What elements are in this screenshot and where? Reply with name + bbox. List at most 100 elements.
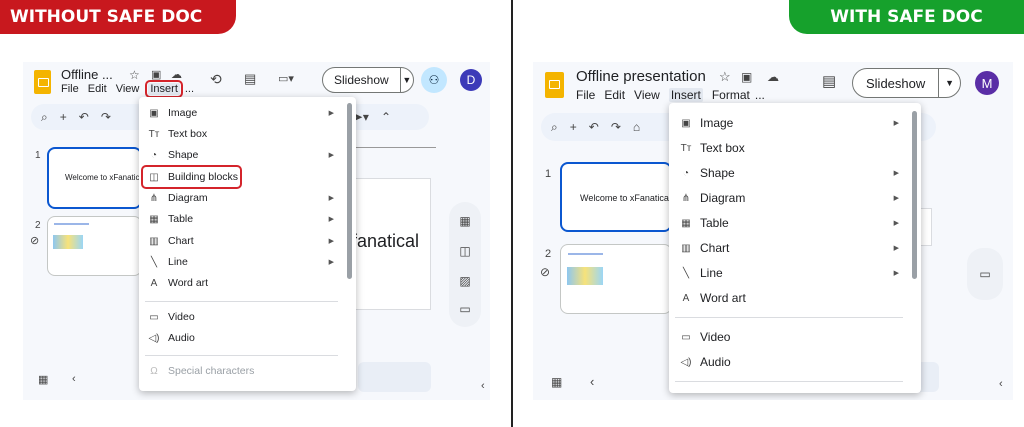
avatar[interactable]: M: [975, 71, 999, 95]
menu-item-shape[interactable]: ◔ Shape ▶: [139, 145, 342, 165]
slide-thumbnail-1[interactable]: Welcome to xFanatical: [47, 147, 142, 209]
menu-edit[interactable]: Edit: [88, 83, 107, 95]
menu-item-table[interactable]: ▦ Table ▶: [669, 211, 907, 235]
menu-item-label: Text box: [700, 141, 745, 155]
link-icon: ⊘: [540, 265, 551, 279]
menu-item-diagram[interactable]: ⋔ Diagram ▶: [669, 186, 907, 210]
menu-item-video[interactable]: ▭ Video: [669, 325, 907, 349]
menu-item-building-blocks[interactable]: ◫ Building blocks: [141, 165, 242, 189]
menu-item-chart[interactable]: ▥ Chart ▶: [669, 236, 907, 260]
slide-thumbnail-2[interactable]: [47, 216, 142, 276]
undo-icon[interactable]: ↶: [589, 120, 599, 134]
menu-file[interactable]: File: [61, 83, 79, 95]
menu-item-diagram[interactable]: ⋔ Diagram ▶: [139, 188, 342, 208]
diagram-icon: ⋔: [681, 192, 691, 204]
slide-canvas[interactable]: fanatical: [352, 178, 431, 310]
video-icon: ▭: [149, 311, 159, 323]
menu-item-table[interactable]: ▦ Table ▶: [139, 209, 342, 229]
doc-title[interactable]: Offline presentation: [576, 68, 706, 85]
menu-item-video[interactable]: ▭ Video: [139, 307, 342, 327]
menu-item-label: Image: [168, 107, 198, 119]
menu-insert[interactable]: Insert: [145, 80, 183, 98]
move-folder-icon[interactable]: ▣: [151, 68, 161, 82]
meet-icon[interactable]: ▭▾: [278, 72, 294, 86]
cloud-status-icon[interactable]: ☁: [171, 68, 182, 82]
slide-thumbnail-1[interactable]: Welcome to xFanatical: [560, 162, 672, 232]
menu-insert[interactable]: Insert: [668, 88, 703, 102]
chevron-left-icon[interactable]: ‹: [590, 374, 594, 389]
redo-icon[interactable]: ↷: [101, 110, 111, 124]
menu-scrollbar[interactable]: [347, 103, 352, 279]
menu-item-label: Diagram: [700, 191, 746, 205]
menu-item-image[interactable]: ▣ Image ▶: [669, 111, 907, 135]
menu-item-line[interactable]: ╲ Line ▶: [669, 261, 907, 285]
chevron-left-icon[interactable]: ‹: [72, 373, 76, 385]
slideshow-button[interactable]: Slideshow ▼: [322, 67, 414, 93]
slide-thumbnail-2[interactable]: [560, 244, 672, 314]
menu-item-word-art[interactable]: A Word art: [139, 273, 342, 293]
menu-scrollbar[interactable]: [912, 111, 917, 279]
menu-item-label: Table: [700, 216, 729, 230]
folder-icon[interactable]: ▭: [455, 302, 475, 316]
search-icon[interactable]: ⌕: [551, 120, 558, 135]
menu-item-audio[interactable]: ◁) Audio: [139, 328, 342, 348]
menu-item-special-characters[interactable]: Ω Special characters: [139, 361, 342, 381]
history-icon[interactable]: ⟲: [210, 72, 222, 86]
menu-item-chart[interactable]: ▥ Chart ▶: [139, 231, 342, 251]
menu-item-label: Audio: [168, 332, 195, 344]
building-blocks-side-icon[interactable]: ◫: [455, 244, 475, 258]
submenu-arrow-icon: ▶: [328, 110, 334, 117]
menu-edit[interactable]: Edit: [604, 88, 625, 102]
paint-format-icon[interactable]: ⌂: [633, 120, 640, 134]
search-icon[interactable]: ⌕: [41, 110, 48, 125]
menu-item-text-box[interactable]: Tт Text box: [669, 136, 907, 160]
keyboard-icon[interactable]: ▦: [455, 214, 475, 228]
cloud-status-icon[interactable]: ☁: [767, 70, 779, 84]
chevron-down-icon[interactable]: ▼: [939, 78, 960, 88]
image-icon: ▣: [681, 117, 691, 129]
menu-file[interactable]: File: [576, 88, 595, 102]
plus-icon[interactable]: +: [570, 120, 577, 134]
edit-image-icon[interactable]: ▨: [455, 274, 475, 288]
undo-icon[interactable]: ↶: [79, 110, 89, 124]
share-button[interactable]: ⚇: [421, 67, 447, 93]
plus-icon[interactable]: +: [60, 110, 67, 124]
grid-view-icon[interactable]: ▦: [38, 373, 48, 386]
avatar[interactable]: D: [460, 69, 482, 91]
menu-separator: [675, 381, 903, 382]
menu-item-text-box[interactable]: Tт Text box: [139, 124, 342, 144]
shape-icon: ◔: [682, 167, 690, 179]
menu-item-line[interactable]: ╲ Line ▶: [139, 252, 342, 272]
menu-overflow[interactable]: ...: [185, 83, 194, 95]
grid-view-icon[interactable]: ▦: [551, 375, 562, 389]
comments-icon[interactable]: ▤: [822, 74, 836, 89]
menu-item-label: Image: [700, 116, 734, 130]
menu-item-label: Line: [700, 266, 723, 280]
doc-title[interactable]: Offline ...: [61, 67, 113, 82]
chevron-down-icon[interactable]: ▼: [401, 75, 413, 85]
menu-item-shape[interactable]: ◔ Shape ▶: [669, 161, 907, 185]
line-icon: ╲: [682, 267, 690, 279]
folder-icon[interactable]: ▭: [975, 267, 995, 281]
menu-view[interactable]: View: [116, 83, 140, 95]
expand-side-panel-icon[interactable]: ‹: [481, 380, 485, 392]
star-icon[interactable]: ☆: [719, 70, 731, 84]
word-art-icon: A: [150, 277, 158, 289]
slideshow-button[interactable]: Slideshow ▼: [852, 68, 961, 98]
star-icon[interactable]: ☆: [129, 68, 140, 82]
menu-item-audio[interactable]: ◁) Audio: [669, 350, 907, 374]
submenu-arrow-icon: ▶: [893, 195, 899, 202]
comments-icon[interactable]: ▤: [244, 72, 256, 86]
move-folder-icon[interactable]: ▣: [741, 70, 752, 84]
menu-view[interactable]: View: [634, 88, 660, 102]
menu-item-word-art[interactable]: A Word art: [669, 286, 907, 310]
speaker-notes-bar[interactable]: [358, 362, 431, 392]
collapse-icon[interactable]: ⌃: [381, 110, 391, 124]
menu-overflow[interactable]: ...: [755, 88, 765, 102]
menu-format[interactable]: Format: [712, 88, 750, 102]
expand-side-panel-icon[interactable]: ‹: [999, 378, 1003, 390]
redo-icon[interactable]: ↷: [611, 120, 621, 134]
menu-item-image[interactable]: ▣ Image ▶: [139, 103, 342, 123]
slide-line: [54, 223, 89, 225]
menu-separator: [675, 317, 903, 318]
